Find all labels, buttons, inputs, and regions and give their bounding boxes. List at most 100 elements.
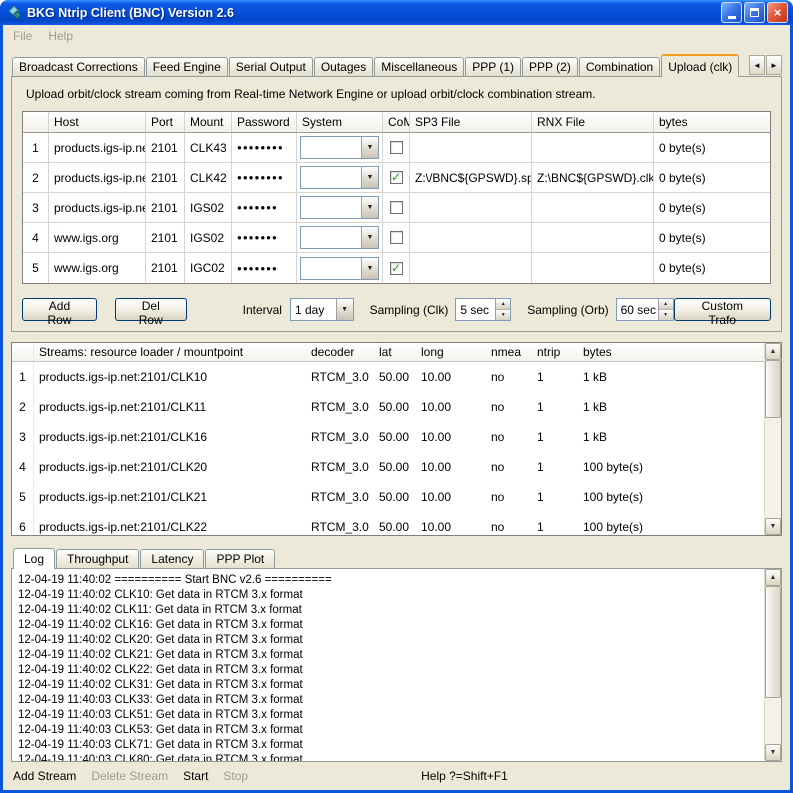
stop-button[interactable]: Stop	[223, 769, 248, 783]
del-row-button[interactable]: Del Row	[115, 298, 187, 321]
window-title: BKG Ntrip Client (BNC) Version 2.6	[27, 6, 716, 20]
custom-trafo-button[interactable]: Custom Trafo	[674, 298, 771, 321]
lat-cell: 50.00	[374, 512, 416, 536]
scroll-up-icon[interactable]: ▲	[765, 343, 781, 360]
tab-combination[interactable]: Combination	[579, 57, 660, 76]
scroll-up-icon[interactable]: ▲	[765, 569, 781, 586]
chevron-down-icon[interactable]: ▼	[361, 137, 378, 158]
com-checkbox[interactable]	[390, 171, 403, 184]
chevron-down-icon[interactable]: ▼	[361, 197, 378, 218]
tab-upload-clk[interactable]: Upload (clk)	[661, 54, 739, 77]
streams-scrollbar[interactable]: ▲ ▼	[764, 343, 781, 535]
maximize-button[interactable]	[744, 2, 765, 23]
tab-scroll-left-icon[interactable]: ◄	[749, 55, 765, 75]
menu-file[interactable]: File	[13, 29, 32, 43]
log-scrollbar[interactable]: ▲ ▼	[764, 569, 781, 761]
com-checkbox[interactable]	[390, 262, 403, 275]
system-dropdown[interactable]: ▼	[300, 166, 379, 189]
tab-miscellaneous[interactable]: Miscellaneous	[374, 57, 464, 76]
minimize-button[interactable]	[721, 2, 742, 23]
port-cell[interactable]: 2101	[146, 133, 185, 163]
system-dropdown[interactable]: ▼	[300, 136, 379, 159]
sampling-orb-spinner[interactable]: 60 sec ▲ ▼	[616, 298, 674, 321]
rnx-file-cell[interactable]	[532, 193, 654, 223]
port-cell[interactable]: 2101	[146, 253, 185, 283]
system-cell: ▼	[297, 163, 383, 193]
port-cell[interactable]: 2101	[146, 193, 185, 223]
stream-row[interactable]: 3 products.igs-ip.net:2101/CLK16 RTCM_3.…	[12, 422, 781, 452]
spin-down-icon[interactable]: ▼	[496, 310, 510, 320]
system-dropdown[interactable]: ▼	[300, 196, 379, 219]
tab-outages[interactable]: Outages	[314, 57, 373, 76]
stream-row[interactable]: 1 products.igs-ip.net:2101/CLK10 RTCM_3.…	[12, 362, 781, 392]
com-checkbox[interactable]	[390, 201, 403, 214]
system-dropdown[interactable]: ▼	[300, 226, 379, 249]
password-cell[interactable]: ●●●●●●●	[232, 193, 297, 223]
tab-log[interactable]: Log	[13, 548, 55, 569]
com-checkbox[interactable]	[390, 231, 403, 244]
stream-row[interactable]: 4 products.igs-ip.net:2101/CLK20 RTCM_3.…	[12, 452, 781, 482]
sp3-file-cell[interactable]	[410, 193, 532, 223]
tab-throughput[interactable]: Throughput	[56, 549, 139, 568]
stream-row[interactable]: 5 products.igs-ip.net:2101/CLK21 RTCM_3.…	[12, 482, 781, 512]
password-cell[interactable]: ●●●●●●●	[232, 253, 297, 283]
tab-broadcast-corrections[interactable]: Broadcast Corrections	[12, 57, 145, 76]
tab-ppp-1[interactable]: PPP (1)	[465, 57, 521, 76]
start-button[interactable]: Start	[183, 769, 208, 783]
tab-ppp-2[interactable]: PPP (2)	[522, 57, 578, 76]
mount-cell[interactable]: IGS02	[185, 223, 232, 253]
stream-row[interactable]: 2 products.igs-ip.net:2101/CLK11 RTCM_3.…	[12, 392, 781, 422]
tab-ppp-plot[interactable]: PPP Plot	[205, 549, 275, 568]
com-checkbox[interactable]	[390, 141, 403, 154]
add-row-button[interactable]: Add Row	[22, 298, 97, 321]
scrollbar-thumb[interactable]	[765, 586, 781, 698]
chevron-down-icon[interactable]: ▼	[361, 258, 378, 279]
rnx-file-cell[interactable]	[532, 133, 654, 163]
sp3-file-cell[interactable]	[410, 253, 532, 283]
tab-latency[interactable]: Latency	[140, 549, 204, 568]
mount-cell[interactable]: CLK42	[185, 163, 232, 193]
port-cell[interactable]: 2101	[146, 223, 185, 253]
host-cell[interactable]: www.igs.org	[49, 223, 146, 253]
chevron-down-icon[interactable]: ▼	[336, 299, 353, 320]
host-cell[interactable]: products.igs-ip.net	[49, 193, 146, 223]
host-cell[interactable]: products.igs-ip.net	[49, 163, 146, 193]
tab-feed-engine[interactable]: Feed Engine	[146, 57, 228, 76]
scrollbar-thumb[interactable]	[765, 360, 781, 418]
close-button[interactable]: ×	[767, 2, 788, 23]
sampling-clk-spinner[interactable]: 5 sec ▲ ▼	[455, 298, 511, 321]
mount-cell[interactable]: IGS02	[185, 193, 232, 223]
menu-help[interactable]: Help	[48, 29, 73, 43]
stream-row[interactable]: 6 products.igs-ip.net:2101/CLK22 RTCM_3.…	[12, 512, 781, 536]
system-dropdown[interactable]: ▼	[300, 257, 379, 280]
host-cell[interactable]: www.igs.org	[49, 253, 146, 283]
sp3-file-cell[interactable]: Z:\/BNC${GPSWD}.sp3	[410, 163, 532, 193]
port-cell[interactable]: 2101	[146, 163, 185, 193]
sp3-file-cell[interactable]	[410, 133, 532, 163]
password-cell[interactable]: ●●●●●●●●	[232, 133, 297, 163]
interval-dropdown[interactable]: 1 day ▼	[290, 298, 354, 321]
mount-cell[interactable]: CLK43	[185, 133, 232, 163]
mount-cell[interactable]: IGC02	[185, 253, 232, 283]
sp3-file-cell[interactable]	[410, 223, 532, 253]
scroll-down-icon[interactable]: ▼	[765, 518, 781, 535]
tab-serial-output[interactable]: Serial Output	[229, 57, 313, 76]
spin-down-icon[interactable]: ▼	[659, 310, 673, 320]
rnx-file-cell[interactable]	[532, 253, 654, 283]
chevron-down-icon[interactable]: ▼	[361, 167, 378, 188]
spin-up-icon[interactable]: ▲	[496, 299, 510, 310]
add-stream-button[interactable]: Add Stream	[13, 769, 76, 783]
tab-scroll-right-icon[interactable]: ►	[766, 55, 782, 75]
password-cell[interactable]: ●●●●●●●	[232, 223, 297, 253]
row-number: 3	[23, 193, 49, 223]
password-cell[interactable]: ●●●●●●●●	[232, 163, 297, 193]
rnx-file-cell[interactable]	[532, 223, 654, 253]
interval-value: 1 day	[291, 303, 336, 317]
rnx-file-cell[interactable]: Z:\BNC${GPSWD}.clk	[532, 163, 654, 193]
bytes-cell: 0 byte(s)	[654, 223, 770, 253]
delete-stream-button[interactable]: Delete Stream	[91, 769, 168, 783]
spin-up-icon[interactable]: ▲	[659, 299, 673, 310]
scroll-down-icon[interactable]: ▼	[765, 744, 781, 761]
host-cell[interactable]: products.igs-ip.net	[49, 133, 146, 163]
chevron-down-icon[interactable]: ▼	[361, 227, 378, 248]
